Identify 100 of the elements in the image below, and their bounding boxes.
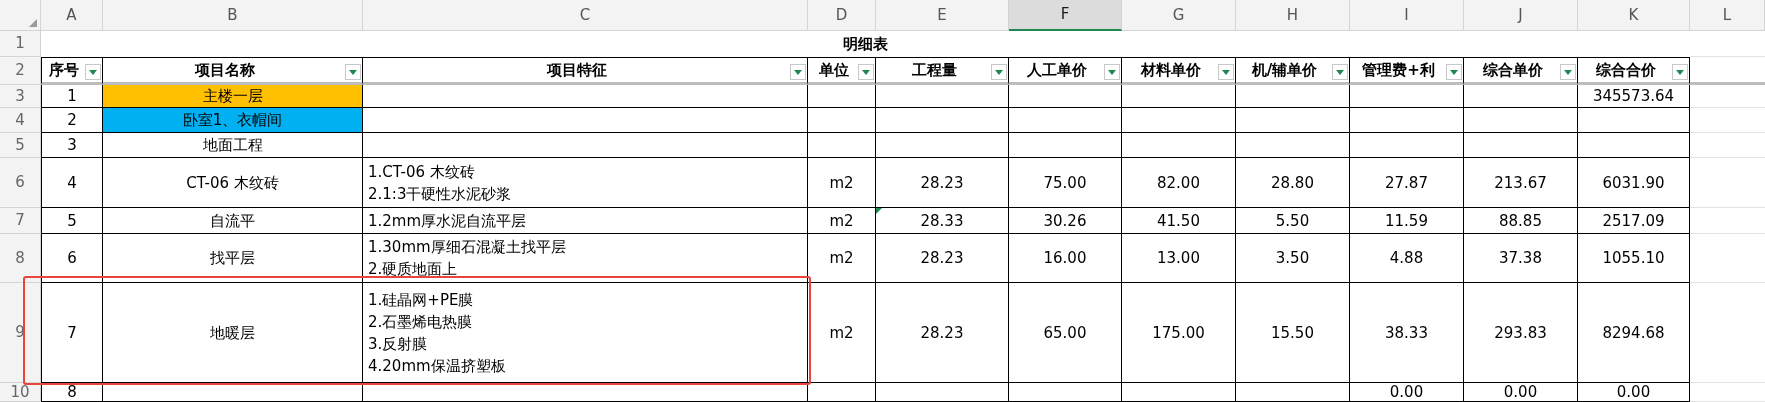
filter-button[interactable] [790, 64, 806, 80]
cell-text: CT-06 木纹砖 [186, 173, 279, 192]
filter-button[interactable] [1560, 64, 1576, 80]
cell-text: 2.1:3干硬性水泥砂浆 [368, 183, 512, 205]
column-heading: 工程量 [911, 59, 957, 81]
filter-button[interactable] [1104, 64, 1120, 80]
cell-text: m2 [829, 211, 854, 230]
cell-text: 1.2mm厚水泥自流平层 [368, 210, 527, 232]
dropdown-triangle-icon [862, 69, 870, 75]
column-header[interactable]: G [1122, 0, 1236, 31]
cell-text: 88.85 [1499, 211, 1542, 230]
column-header[interactable]: F [1009, 0, 1122, 31]
cell-text: 地暖层 [210, 323, 255, 342]
column-header[interactable]: D [808, 0, 876, 31]
cell-text: 293.83 [1494, 323, 1547, 342]
cell-text: 38.33 [1385, 323, 1428, 342]
column-heading: 项目特征 [547, 59, 607, 81]
cell-text: 6 [67, 249, 77, 267]
cell-text: 41.50 [1157, 211, 1200, 230]
cell-text: 3 [67, 136, 77, 154]
filter-button[interactable] [1218, 64, 1234, 80]
column-heading: 管理费+利 [1362, 59, 1435, 81]
column-header[interactable]: K [1578, 0, 1690, 31]
cell-text: 8294.68 [1602, 323, 1665, 342]
cell-text: 2.石墨烯电热膜 [368, 311, 473, 333]
column-header[interactable]: H [1236, 0, 1350, 31]
dropdown-triangle-icon [349, 69, 357, 75]
cell-text: 4 [67, 173, 77, 192]
cell-text: 找平层 [210, 249, 255, 267]
table-cell [808, 108, 876, 133]
filter-button[interactable] [1672, 64, 1688, 80]
cell-text: 213.67 [1494, 173, 1547, 192]
dropdown-triangle-icon [794, 69, 802, 75]
column-header[interactable]: B [103, 0, 363, 31]
column-heading: 序号 [49, 59, 79, 81]
cell-text: 3.50 [1275, 249, 1310, 267]
cell-text: 8 [67, 383, 77, 401]
column-header[interactable]: E [876, 0, 1009, 31]
row-header[interactable]: 7 [0, 208, 41, 234]
dropdown-triangle-icon [1450, 69, 1458, 75]
cell-text: 1.CT-06 木纹砖 [368, 161, 475, 183]
column-header[interactable]: L [1690, 0, 1765, 31]
column-header[interactable]: A [41, 0, 103, 31]
dropdown-triangle-icon [1336, 69, 1344, 75]
cell-text: 75.00 [1043, 173, 1087, 192]
cell-text: 2 [67, 111, 77, 129]
column-header[interactable]: C [363, 0, 808, 31]
cell-text: 4.88 [1389, 249, 1424, 267]
cell-text: 3.反射膜 [368, 333, 428, 355]
column-heading: 机/辅单价 [1251, 59, 1318, 81]
cell-text: 卧室1、衣帽间 [182, 111, 283, 129]
column-heading: 综合合价 [1595, 59, 1656, 81]
row-header[interactable]: 6 [0, 158, 41, 208]
dropdown-triangle-icon [1564, 69, 1572, 75]
cell-text: m2 [829, 249, 854, 267]
row-header[interactable]: 4 [0, 108, 41, 133]
cell-text: 6031.90 [1602, 173, 1665, 192]
corner-triangle-icon [29, 19, 37, 27]
cell-text: 15.50 [1271, 323, 1314, 342]
column-header[interactable]: I [1350, 0, 1464, 31]
row-header[interactable]: 8 [0, 234, 41, 283]
cell-text: 2.硬质地面上 [368, 259, 458, 280]
cell-text: 1.30mm厚细石混凝土找平层 [368, 237, 566, 258]
column-heading: 项目名称 [194, 59, 255, 81]
filter-button[interactable] [1332, 64, 1348, 80]
cell-text: 7 [67, 323, 77, 342]
cell-text: 0.00 [1503, 383, 1538, 401]
column-header[interactable]: J [1464, 0, 1578, 31]
row-header[interactable]: 2 [0, 57, 41, 85]
filter-button[interactable] [991, 64, 1007, 80]
cell-text: 11.59 [1385, 211, 1428, 230]
filter-button[interactable] [1446, 64, 1462, 80]
dropdown-triangle-icon [1222, 69, 1230, 75]
filter-button[interactable] [858, 64, 874, 80]
cell-text: 13.00 [1157, 249, 1200, 267]
dropdown-triangle-icon [995, 69, 1003, 75]
row-header[interactable]: 10 [0, 383, 41, 402]
dropdown-triangle-icon [1108, 69, 1116, 75]
cell-text: 28.33 [920, 211, 964, 230]
cell-text: 4.20mm保温挤塑板 [368, 355, 506, 377]
cell-text: 175.00 [1152, 323, 1205, 342]
column-heading: 综合单价 [1482, 59, 1543, 81]
cell-text: 65.00 [1043, 323, 1087, 342]
cell-text: 5.50 [1275, 211, 1310, 230]
cell-text: 1.硅晶网+PE膜 [368, 289, 474, 311]
cell-text: 28.23 [920, 249, 964, 267]
dropdown-triangle-icon [1676, 69, 1684, 75]
cell-text: 5 [67, 211, 77, 230]
cell-text: 345573.64 [1592, 87, 1675, 105]
table-title: 明细表 [843, 33, 888, 55]
dropdown-triangle-icon [89, 69, 97, 75]
row-header[interactable]: 1 [0, 31, 41, 57]
cell-text: 16.00 [1043, 249, 1087, 267]
cell-text: 28.23 [920, 323, 964, 342]
filter-button[interactable] [345, 64, 361, 80]
cell-text: 28.80 [1271, 173, 1314, 192]
filter-button[interactable] [85, 64, 101, 80]
row-header[interactable]: 3 [0, 85, 41, 108]
row-header[interactable]: 5 [0, 133, 41, 158]
cell-text: 地面工程 [202, 136, 263, 154]
